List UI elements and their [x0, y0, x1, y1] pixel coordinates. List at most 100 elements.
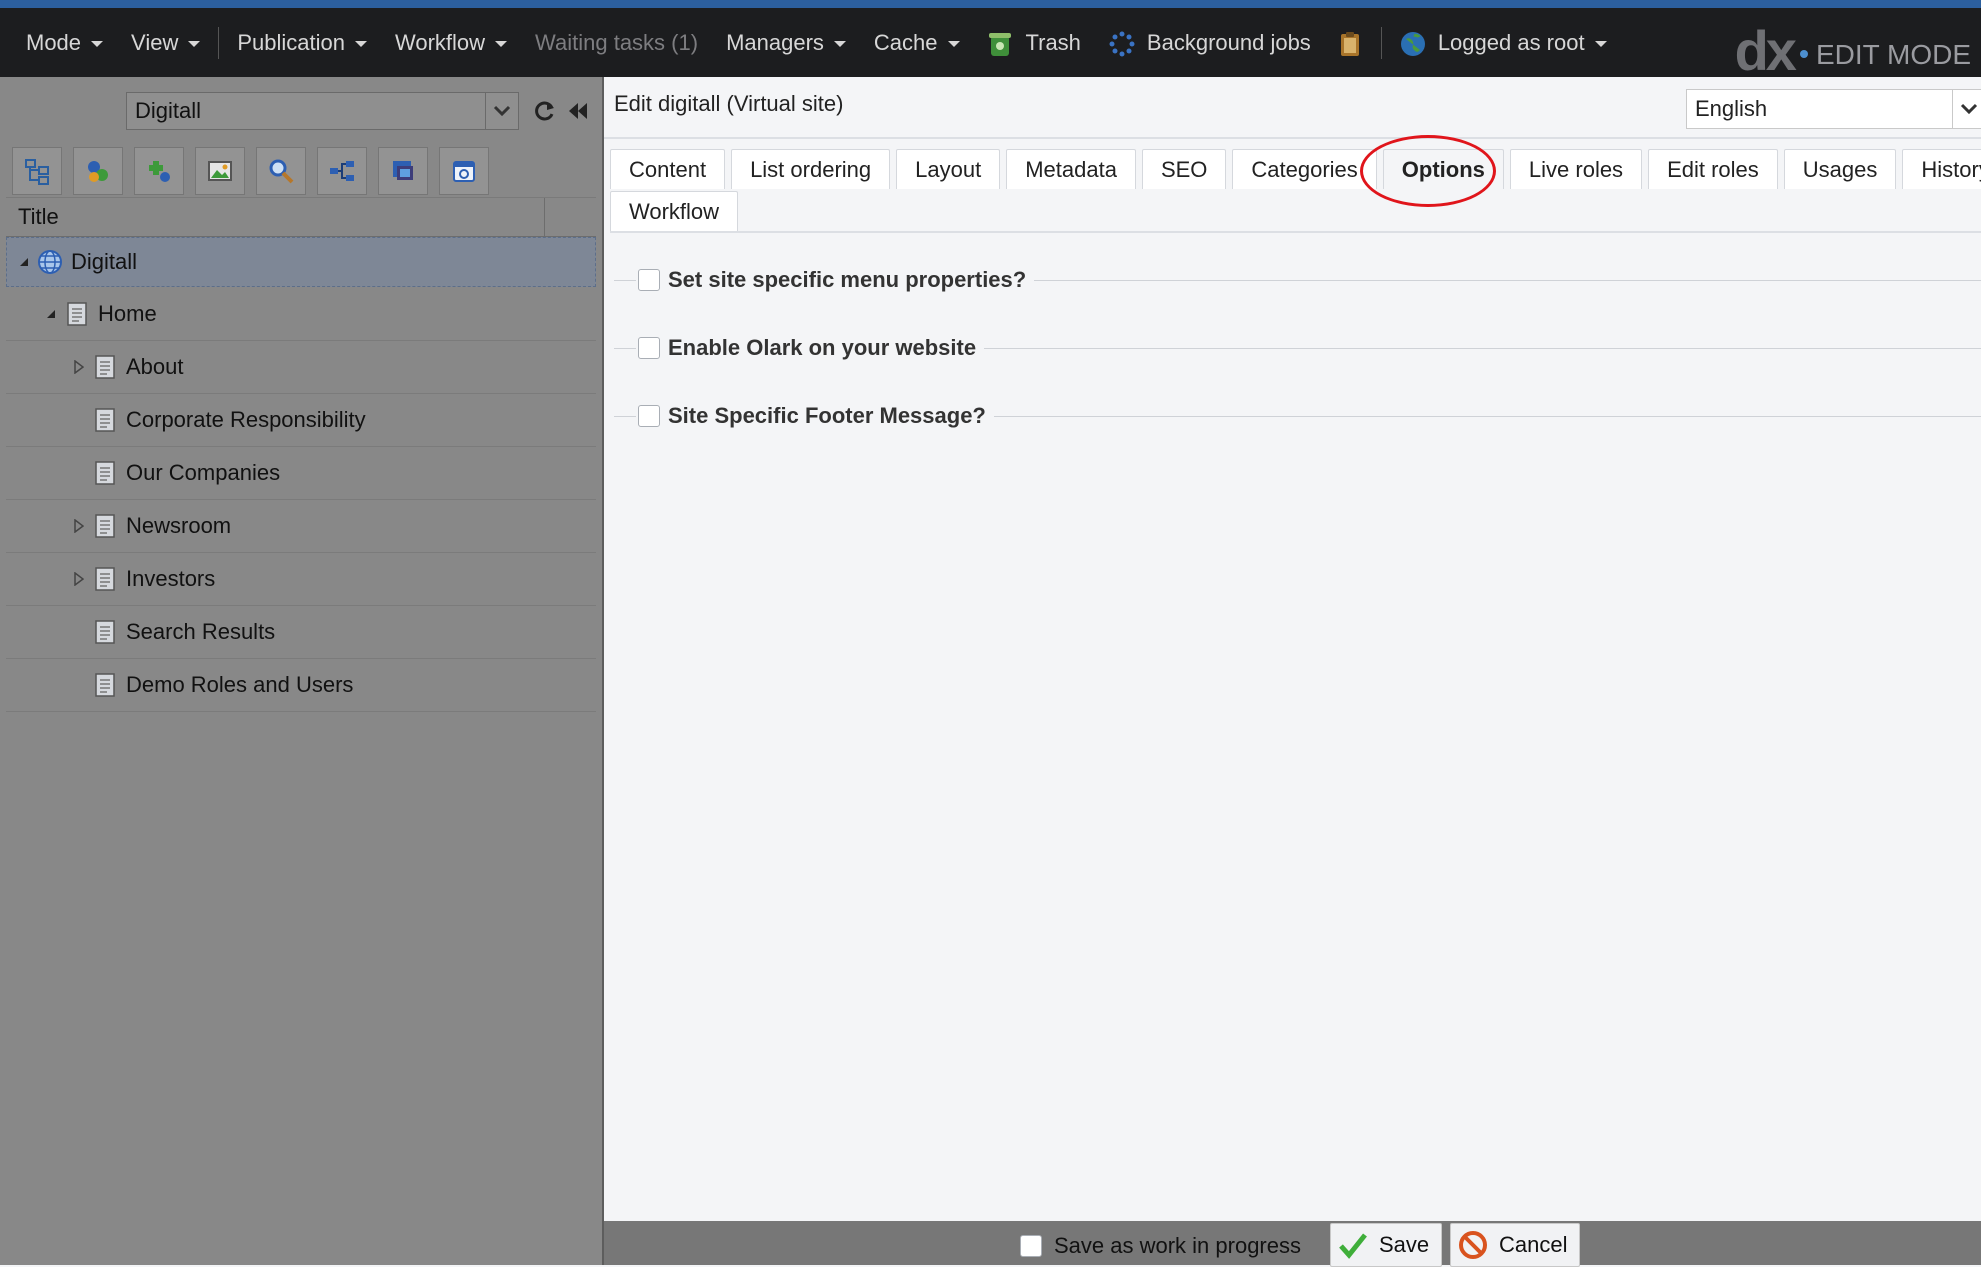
tab-history[interactable]: History	[1902, 149, 1981, 189]
tree-item-home[interactable]: Home	[6, 288, 596, 341]
menu-workflow-label: Workflow	[394, 29, 486, 55]
menu-background-jobs[interactable]: Background jobs	[1109, 30, 1311, 56]
portlets-icon[interactable]	[378, 147, 428, 195]
images-icon[interactable]	[195, 147, 245, 195]
menu-view-label: View	[131, 29, 179, 55]
chevron-down-icon[interactable]	[485, 93, 518, 129]
tab-list-ordering[interactable]: List ordering	[731, 149, 891, 189]
content-icon[interactable]	[73, 147, 123, 195]
chevron-down-icon	[1594, 40, 1607, 47]
clipboard-icon	[1339, 31, 1363, 56]
content-toolbar	[12, 147, 500, 195]
search-icon[interactable]	[256, 147, 306, 195]
work-in-progress-checkbox[interactable]	[1020, 1235, 1042, 1257]
tab-workflow[interactable]: Workflow	[610, 191, 739, 231]
site-selector-value: Digitall	[135, 98, 202, 123]
page-icon	[64, 300, 90, 328]
enable-olark-checkbox[interactable]	[638, 337, 660, 359]
tab-options[interactable]: Options	[1382, 149, 1504, 189]
tree-expanded-icon[interactable]	[44, 307, 58, 321]
tab-edit-roles[interactable]: Edit roles	[1648, 149, 1778, 189]
tab-usages[interactable]: Usages	[1783, 149, 1897, 189]
fieldset-line	[984, 347, 1981, 349]
cancel-button[interactable]: Cancel	[1450, 1223, 1581, 1267]
tab-seo[interactable]: SEO	[1141, 149, 1227, 189]
tab-categories[interactable]: Categories	[1232, 149, 1377, 189]
edit-title: Edit digitall (Virtual site)	[614, 91, 844, 116]
dx-logo: dx EDIT MODE	[1735, 16, 1971, 85]
background-jobs-icon	[1109, 31, 1135, 56]
tab-content[interactable]: Content	[610, 149, 726, 189]
components-icon[interactable]	[134, 147, 184, 195]
option-label: Set site specific menu properties?	[668, 267, 1027, 292]
menu-view[interactable]: View	[131, 29, 201, 56]
menu-cache-label: Cache	[873, 29, 938, 55]
option-label: Site Specific Footer Message?	[668, 403, 986, 428]
tree-item-label: Digitall	[71, 249, 138, 274]
tree-item-newsroom[interactable]: Newsroom	[6, 500, 596, 553]
edit-tabs: Content List ordering Layout Metadata SE…	[610, 149, 1981, 233]
chevron-down-icon	[495, 40, 508, 47]
menu-waiting-tasks[interactable]: Waiting tasks (1)	[535, 30, 698, 56]
tab-metadata[interactable]: Metadata	[1006, 149, 1136, 189]
footer-message-checkbox[interactable]	[638, 405, 660, 427]
tree-item-corporate-responsibility[interactable]: Corporate Responsibility	[6, 394, 596, 447]
tab-layout[interactable]: Layout	[896, 149, 1001, 189]
page-icon	[92, 671, 118, 699]
save-button[interactable]: Save	[1330, 1223, 1443, 1267]
menu-trash[interactable]: Trash	[988, 30, 1081, 56]
work-in-progress-option: Save as work in progress	[1020, 1233, 1301, 1259]
tree-title-header[interactable]: Title	[6, 197, 596, 237]
categories-icon[interactable]	[317, 147, 367, 195]
fieldset-line	[614, 279, 636, 281]
tab-row: Content List ordering Layout Metadata SE…	[610, 149, 1981, 189]
menu-cache[interactable]: Cache	[874, 30, 960, 56]
refresh-icon[interactable]	[532, 97, 558, 125]
tree-item-digitall[interactable]: Digitall	[6, 237, 596, 287]
top-accent-stripe	[0, 0, 1981, 8]
tree-collapsed-icon[interactable]	[72, 360, 86, 374]
option-footer-message: Site Specific Footer Message?	[614, 396, 1981, 436]
menu-workflow[interactable]: Workflow	[394, 29, 508, 56]
site-selector[interactable]: Digitall	[126, 92, 519, 130]
collapse-panel-icon[interactable]	[564, 97, 592, 125]
menu-mode[interactable]: Mode	[26, 30, 104, 56]
chevron-down-icon	[947, 40, 960, 47]
site-menu-properties-checkbox[interactable]	[638, 269, 660, 291]
language-selector[interactable]: English	[1686, 89, 1981, 129]
menu-publication[interactable]: Publication	[237, 30, 367, 56]
clipboard-button[interactable]	[1339, 31, 1363, 56]
cancel-label: Cancel	[1499, 1232, 1568, 1257]
chevron-down-icon	[91, 40, 104, 47]
tab-live-roles[interactable]: Live roles	[1509, 149, 1643, 189]
menu-divider	[218, 26, 220, 59]
tree-item-investors[interactable]: Investors	[6, 553, 596, 606]
tree-collapsed-icon[interactable]	[72, 519, 86, 533]
tree-item-demo-roles-and-users[interactable]: Demo Roles and Users	[6, 659, 596, 712]
tree-collapsed-icon[interactable]	[72, 572, 86, 586]
menu-divider	[1380, 26, 1382, 59]
edit-mode-label: EDIT MODE	[1815, 38, 1971, 70]
column-separator[interactable]	[544, 198, 545, 236]
chevron-down-icon	[188, 40, 201, 47]
tree-item-label: Home	[98, 301, 157, 326]
cancel-icon	[1457, 1229, 1489, 1261]
chevron-down-icon[interactable]	[1952, 90, 1981, 128]
calendar-icon[interactable]	[439, 147, 489, 195]
logo-dot	[1799, 49, 1808, 58]
menu-trash-label: Trash	[1025, 29, 1081, 55]
menu-managers[interactable]: Managers	[726, 30, 846, 56]
option-enable-olark: Enable Olark on your website	[614, 328, 1981, 368]
tree-expanded-icon[interactable]	[17, 255, 31, 269]
fieldset-line	[614, 347, 636, 349]
tree-item-our-companies[interactable]: Our Companies	[6, 447, 596, 500]
sitemap-icon[interactable]	[12, 147, 62, 195]
tree-item-search-results[interactable]: Search Results	[6, 606, 596, 659]
save-label: Save	[1379, 1232, 1430, 1257]
user-menu[interactable]: Logged as root	[1400, 30, 1607, 56]
tree-item-about[interactable]: About	[6, 341, 596, 394]
page-icon	[92, 512, 118, 540]
